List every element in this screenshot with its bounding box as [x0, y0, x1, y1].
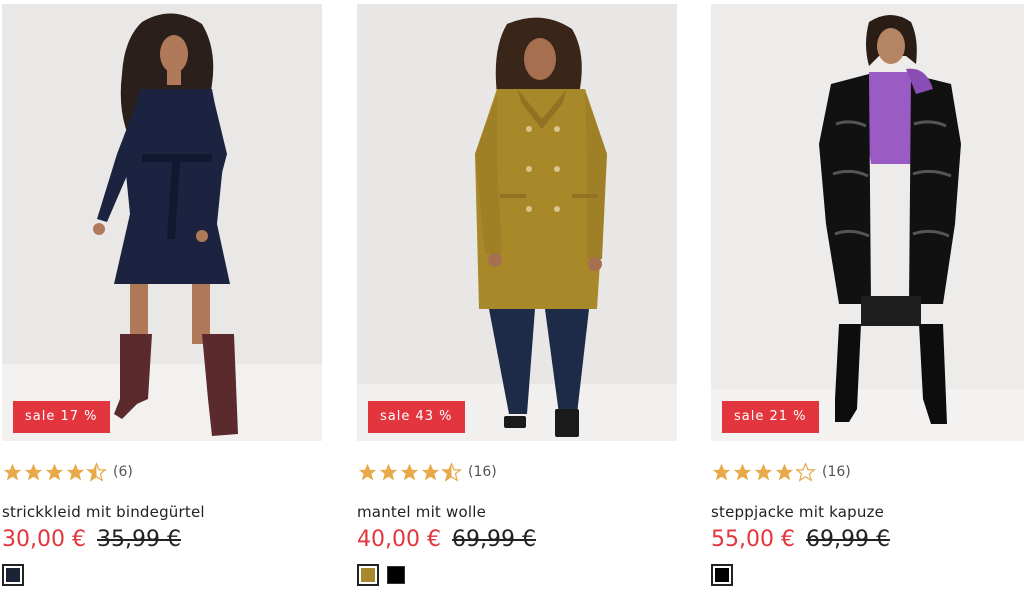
star-full-icon: [712, 463, 731, 480]
product-card[interactable]: sale 17 % (6) strickkleid mit bindegürte…: [2, 0, 322, 600]
color-swatch-black[interactable]: [711, 564, 733, 586]
star-half-icon: [86, 461, 107, 482]
star-full-icon: [733, 463, 752, 480]
price-block: 40,00 € 69,99 €: [357, 527, 536, 552]
color-swatches: [2, 564, 24, 586]
product-image[interactable]: sale 17 %: [2, 4, 322, 441]
original-price: 69,99 €: [805, 527, 890, 552]
star-rating: [357, 461, 462, 483]
color-swatch-navy[interactable]: [2, 564, 24, 586]
price-block: 55,00 € 69,99 €: [711, 527, 890, 552]
sale-badge: sale 17 %: [13, 401, 110, 433]
star-full-icon: [3, 463, 22, 480]
star-full-icon: [400, 463, 419, 480]
star-full-icon: [754, 463, 773, 480]
star-full-icon: [66, 463, 85, 480]
rating[interactable]: (16): [711, 460, 851, 484]
sale-price: 55,00 €: [711, 527, 795, 552]
color-swatches: [711, 564, 733, 586]
product-grid: sale 17 % (6) strickkleid mit bindegürte…: [0, 0, 1024, 600]
color-swatches: [357, 564, 405, 586]
product-card[interactable]: sale 43 % (16) mantel mit wolle 40,00 € …: [357, 0, 677, 600]
sale-badge: sale 21 %: [722, 401, 819, 433]
rating-count[interactable]: (6): [113, 464, 133, 480]
product-image[interactable]: sale 21 %: [711, 4, 1024, 441]
product-name[interactable]: strickkleid mit bindegürtel: [2, 503, 205, 521]
product-image[interactable]: sale 43 %: [357, 4, 677, 441]
product-card[interactable]: sale 21 % (16) steppjacke mit kapuze 55,…: [711, 0, 1024, 600]
original-price: 35,99 €: [96, 527, 181, 552]
star-full-icon: [379, 463, 398, 480]
star-full-icon: [24, 463, 43, 480]
star-rating: [711, 461, 816, 483]
original-price: 69,99 €: [451, 527, 536, 552]
rating-count[interactable]: (16): [822, 464, 851, 480]
rating-count[interactable]: (16): [468, 464, 497, 480]
star-half-icon: [441, 461, 462, 482]
sale-price: 30,00 €: [2, 527, 86, 552]
sale-badge: sale 43 %: [368, 401, 465, 433]
color-swatch-mustard[interactable]: [357, 564, 379, 586]
sale-price: 40,00 €: [357, 527, 441, 552]
star-empty-icon: [795, 461, 816, 482]
rating[interactable]: (16): [357, 460, 497, 484]
star-full-icon: [358, 463, 377, 480]
price-block: 30,00 € 35,99 €: [2, 527, 181, 552]
star-rating: [2, 461, 107, 483]
rating[interactable]: (6): [2, 460, 133, 484]
star-full-icon: [45, 463, 64, 480]
product-name[interactable]: steppjacke mit kapuze: [711, 503, 884, 521]
star-full-icon: [775, 463, 794, 480]
color-swatch-black[interactable]: [387, 566, 405, 584]
star-full-icon: [421, 463, 440, 480]
product-name[interactable]: mantel mit wolle: [357, 503, 486, 521]
